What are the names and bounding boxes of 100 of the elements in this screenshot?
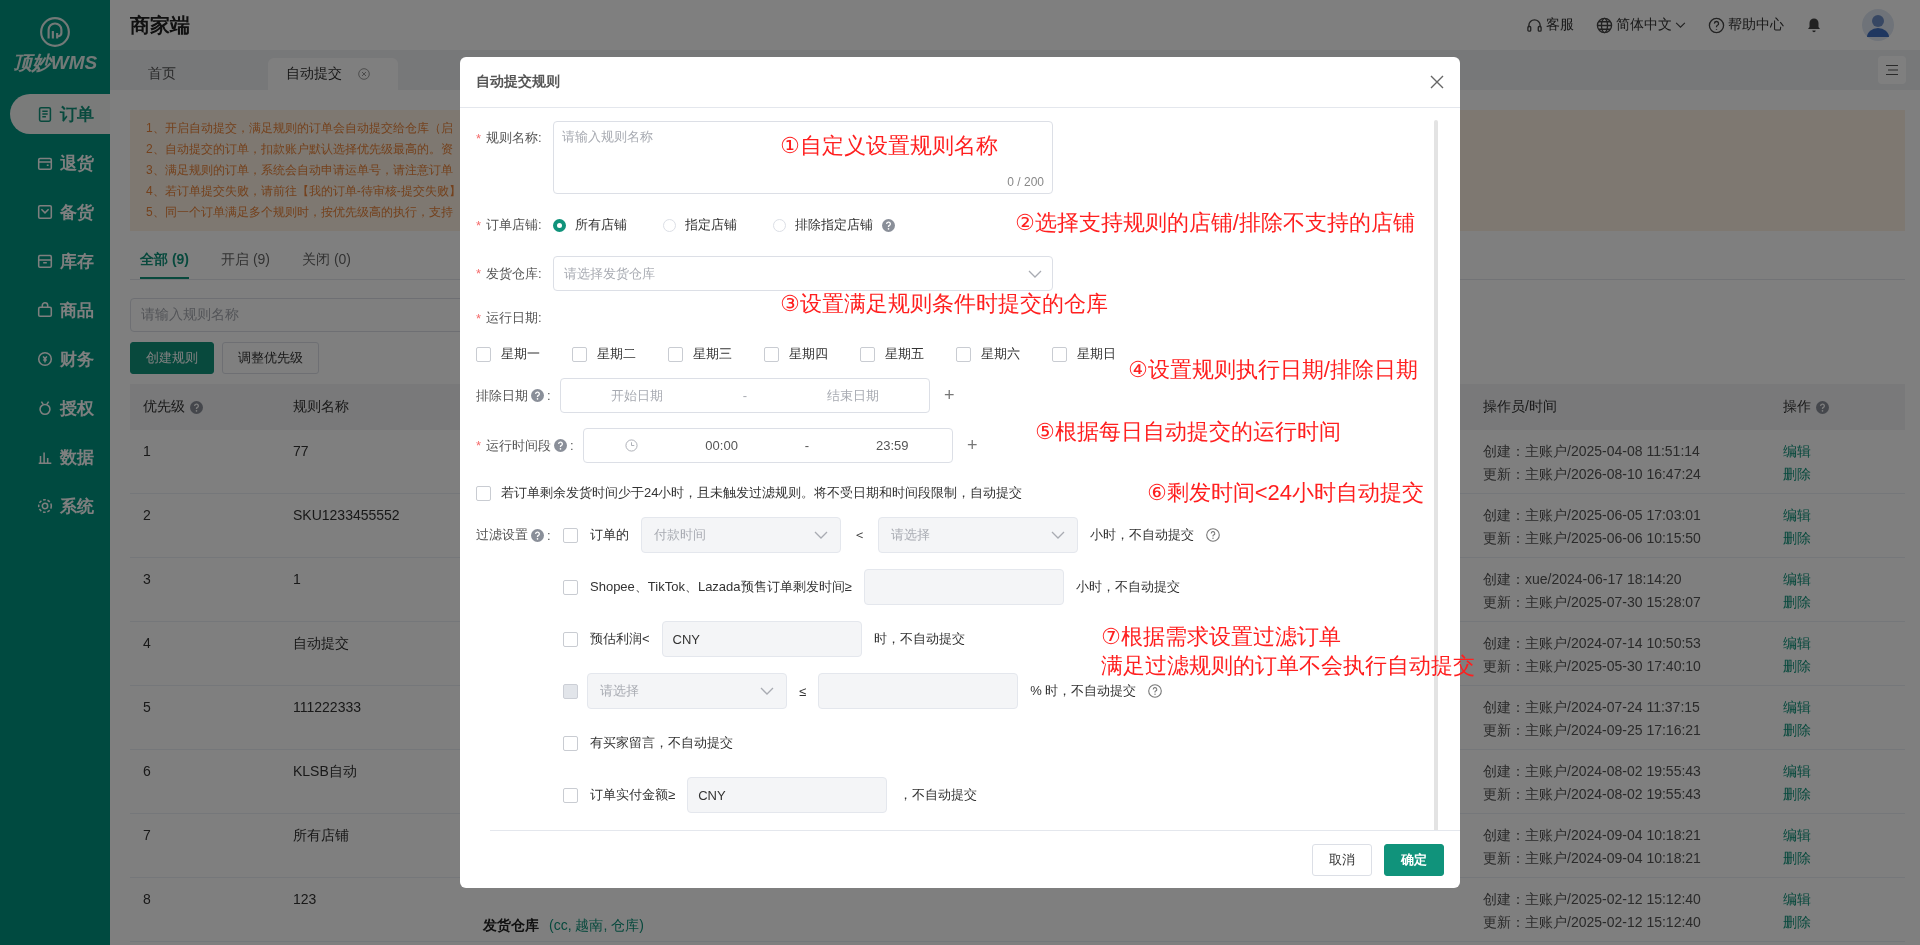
delete-link[interactable]: 删除 <box>1783 911 1811 934</box>
help-icon[interactable] <box>190 400 203 414</box>
sidebar-item[interactable]: 退货 <box>10 143 110 183</box>
delete-link[interactable]: 删除 <box>1783 463 1811 486</box>
checkbox[interactable] <box>764 346 779 362</box>
delete-link[interactable]: 删除 <box>1783 591 1811 614</box>
checkbox[interactable] <box>476 346 491 362</box>
add-button[interactable]: + <box>944 385 955 406</box>
archive-icon <box>36 252 54 270</box>
help-icon[interactable] <box>531 389 544 402</box>
checkbox[interactable] <box>563 631 578 647</box>
sidebar-item[interactable]: 授权 <box>10 388 110 428</box>
header-link[interactable]: 帮助中心 <box>1708 16 1784 34</box>
checkbox-label[interactable]: 若订单剩余发货时间少于24小时，且未触发过滤规则。将不受日期和时间段限制，自动提交 <box>501 484 1023 502</box>
checkbox-label[interactable]: 星期二 <box>597 345 636 363</box>
checkbox[interactable] <box>563 787 578 803</box>
sidebar-item[interactable]: 系统 <box>10 486 110 526</box>
date-range-field[interactable]: 开始日期 - 结束日期 <box>560 378 930 413</box>
filter-tab[interactable]: 开启 (9) <box>221 241 270 279</box>
filter-select[interactable]: 请选择 <box>878 517 1078 553</box>
end-date-placeholder: 结束日期 <box>827 386 880 405</box>
annotation-text: ②选择支持规则的店铺/排除不支持的店铺 <box>1015 209 1415 237</box>
field-label-colon: : <box>547 527 551 543</box>
checkbox-label[interactable]: 星期六 <box>981 345 1020 363</box>
annotation-text: ①自定义设置规则名称 <box>780 132 998 160</box>
edit-link[interactable]: 编辑 <box>1783 504 1811 527</box>
bell-icon[interactable] <box>1806 17 1822 33</box>
sidebar-item[interactable]: 商品 <box>10 290 110 330</box>
checkbox-label[interactable]: 星期三 <box>693 345 732 363</box>
checkbox-label[interactable]: 星期日 <box>1077 345 1116 363</box>
checkbox[interactable] <box>956 346 971 362</box>
radio-label[interactable]: 所有店铺 <box>575 216 627 234</box>
edit-link[interactable]: 编辑 <box>1783 440 1811 463</box>
checkbox[interactable] <box>1052 346 1067 362</box>
sidebar-item[interactable]: 财务 <box>10 339 110 379</box>
filter-input[interactable] <box>863 569 1064 605</box>
radio-label[interactable]: 指定店铺 <box>685 216 737 234</box>
header-link[interactable]: 简体中文 <box>1596 16 1686 34</box>
checkbox[interactable] <box>476 485 491 501</box>
created-time: 创建：主账户/2024-08-02 19:55:43 <box>1483 762 1701 781</box>
menu-button[interactable] <box>1878 56 1906 84</box>
checkbox-label[interactable]: 星期一 <box>501 345 540 363</box>
edit-link[interactable]: 编辑 <box>1783 888 1811 911</box>
filter-tab[interactable]: 关闭 (0) <box>302 241 351 279</box>
checkbox[interactable] <box>572 346 587 362</box>
help-icon[interactable] <box>1816 400 1829 414</box>
checkbox[interactable] <box>563 579 578 595</box>
add-button[interactable]: + <box>967 435 978 456</box>
chevron-icon <box>1028 269 1042 278</box>
delete-link[interactable]: 删除 <box>1783 783 1811 806</box>
help-icon[interactable] <box>1206 528 1220 542</box>
priority-button[interactable]: 调整优先级 <box>222 342 319 374</box>
time-range-field[interactable]: 00:00 - 23:59 <box>583 428 953 463</box>
annotation-text: ⑥剩发时间<24小时自动提交 <box>1147 479 1425 507</box>
sidebar-item[interactable]: 订单 <box>10 94 110 134</box>
sidebar-item[interactable]: 备货 <box>10 192 110 232</box>
sidebar-item[interactable]: 数据 <box>10 437 110 477</box>
help-icon[interactable] <box>1148 684 1163 698</box>
filter-input[interactable]: CNY <box>661 621 862 657</box>
filter-tab[interactable]: 全部 (9) <box>140 241 189 279</box>
edit-link[interactable]: 编辑 <box>1783 824 1811 847</box>
page-tab[interactable]: 首页 <box>130 58 260 90</box>
warehouse-select[interactable]: 请选择发货仓库 <box>553 256 1053 291</box>
checkbox[interactable] <box>860 346 875 362</box>
edit-link[interactable]: 编辑 <box>1783 760 1811 783</box>
edit-link[interactable]: 编辑 <box>1783 632 1811 655</box>
delete-link[interactable]: 删除 <box>1783 847 1811 870</box>
header-link[interactable]: 客服 <box>1526 16 1574 34</box>
page-tab[interactable]: 自动提交 <box>268 58 398 90</box>
delete-link[interactable]: 删除 <box>1783 527 1811 550</box>
required-mark: * <box>476 438 482 453</box>
checkbox[interactable] <box>668 346 683 362</box>
range-separator: - <box>804 438 810 453</box>
checkbox[interactable] <box>563 735 578 751</box>
checkbox[interactable] <box>563 527 578 543</box>
radio-button[interactable] <box>553 218 566 232</box>
filter-select[interactable]: 付款时间 <box>641 517 841 553</box>
avatar-icon[interactable] <box>1862 9 1894 41</box>
help-icon[interactable] <box>882 218 895 232</box>
logo-text: 顶妙WMS <box>12 51 98 75</box>
delete-link[interactable]: 删除 <box>1783 719 1811 742</box>
cancel-button[interactable]: 取消 <box>1312 843 1372 876</box>
filter-text: Shopee、TikTok、Lazada预售订单剩发时间≥ <box>590 578 852 596</box>
checkbox-label[interactable]: 星期五 <box>885 345 924 363</box>
delete-link[interactable]: 删除 <box>1783 655 1811 678</box>
confirm-button[interactable]: 确定 <box>1384 843 1444 876</box>
filter-input[interactable]: CNY <box>687 777 888 813</box>
filter-input[interactable] <box>818 673 1019 709</box>
table-cell-text: 8 <box>143 890 151 909</box>
updated-time: 更新：主账户/2025-02-12 15:12:40 <box>1483 913 1701 932</box>
create-button[interactable]: 创建规则 <box>130 342 214 374</box>
radio-label[interactable]: 排除指定店铺 <box>795 216 873 234</box>
checkbox-label[interactable]: 星期四 <box>789 345 828 363</box>
edit-link[interactable]: 编辑 <box>1783 696 1811 719</box>
close-icon[interactable] <box>1430 75 1444 89</box>
help-icon[interactable] <box>531 528 544 542</box>
help-icon[interactable] <box>554 439 568 452</box>
edit-link[interactable]: 编辑 <box>1783 568 1811 591</box>
chevron-icon <box>814 531 828 539</box>
sidebar-item[interactable]: 库存 <box>10 241 110 281</box>
